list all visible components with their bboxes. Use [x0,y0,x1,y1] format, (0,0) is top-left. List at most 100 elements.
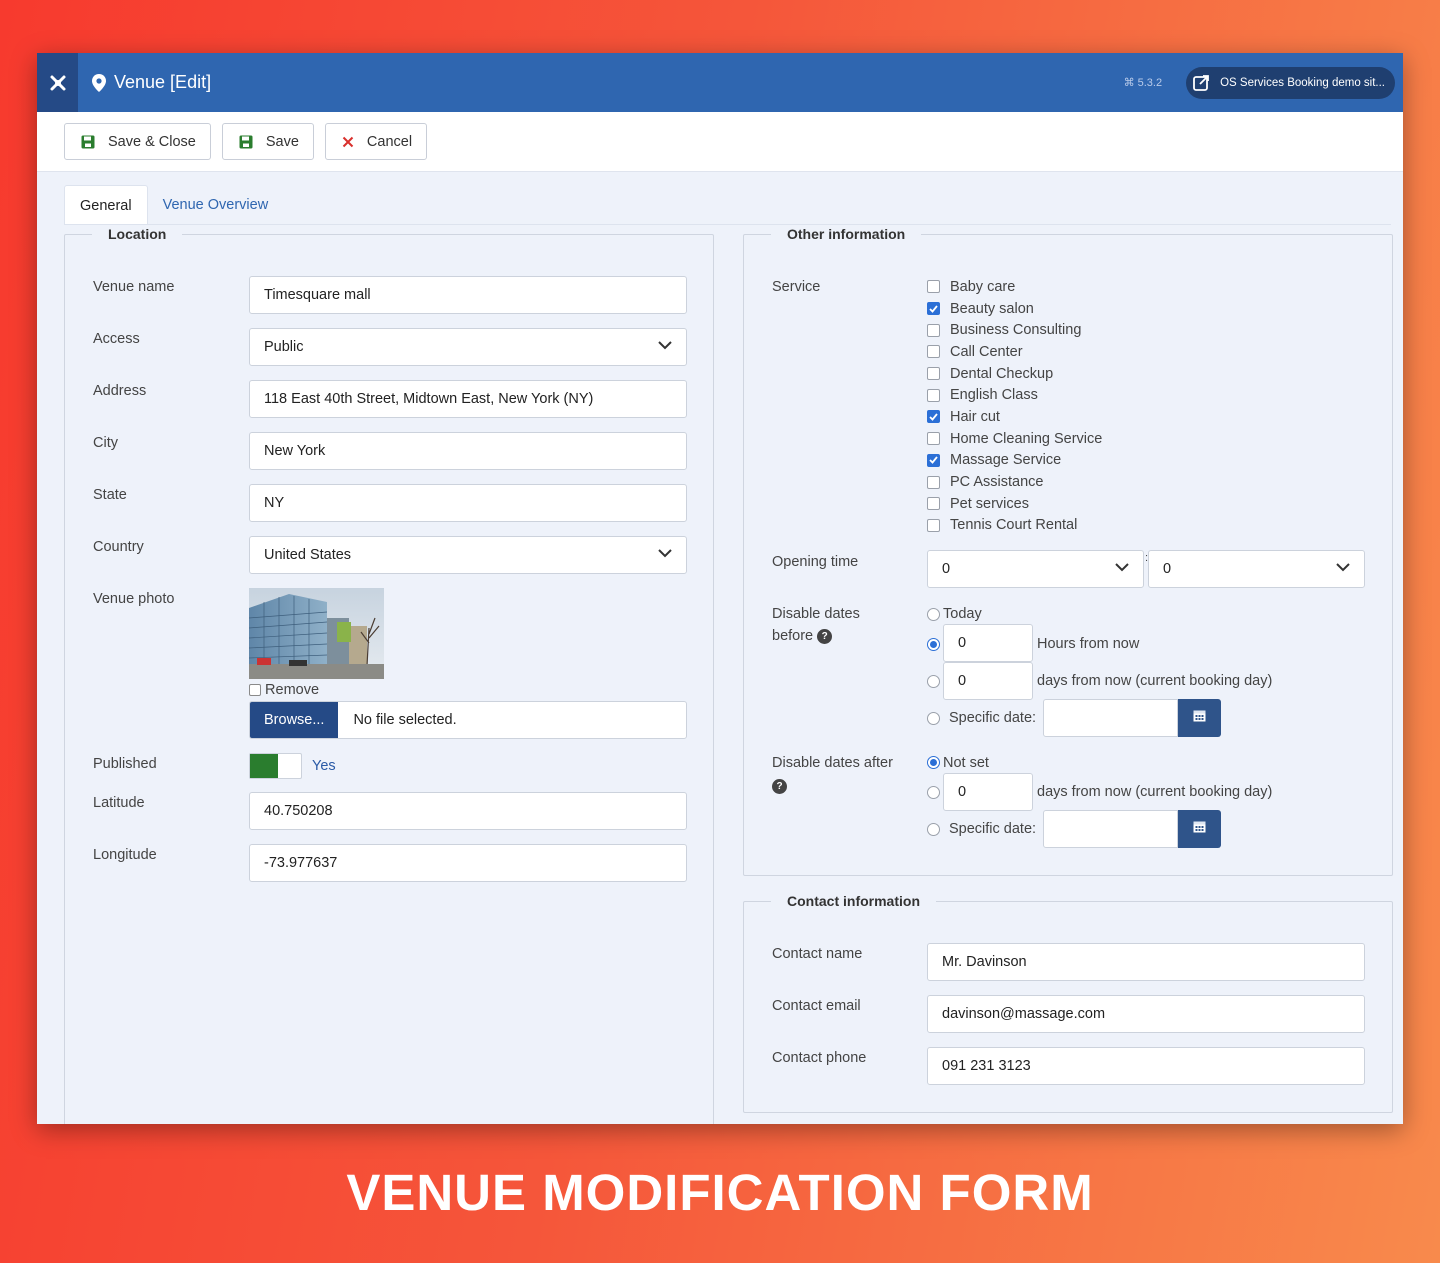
service-checkbox[interactable] [927,302,940,316]
service-checkbox[interactable] [927,518,940,532]
admin-window: Venue [Edit] ⌘ 5.3.2 OS Services Booking… [37,53,1403,1124]
map-pin-icon [92,73,106,92]
published-label: Published [93,756,157,772]
opening-minute-value: 0 [1163,561,1172,577]
service-checkbox[interactable] [927,323,940,337]
remove-checkbox-box[interactable] [249,684,261,697]
location-panel: Location Venue name Timesquare mall Acce… [64,226,714,1124]
service-label-text: Home Cleaning Service [950,430,1103,447]
remove-photo-checkbox[interactable]: Remove [249,682,319,698]
calendar-button[interactable] [1178,699,1221,737]
service-checkbox[interactable] [927,280,940,294]
save-button[interactable]: Save [221,123,314,160]
service-item[interactable]: Pet services [927,493,1102,515]
radio-after-days-from-now[interactable] [927,786,940,799]
access-label: Access [93,331,140,347]
service-label-text: Hair cut [950,408,1000,425]
opening-hour-select[interactable]: 0 [927,550,1144,588]
file-status-text: No file selected. [353,712,457,728]
radio-after-specific-date[interactable] [927,823,940,836]
joomla-logo-icon[interactable] [37,53,78,112]
browse-button[interactable]: Browse... [250,702,339,738]
chevron-down-icon [1115,563,1129,572]
service-item[interactable]: Home Cleaning Service [927,428,1102,450]
disable-before-label: Disable dates [772,606,860,622]
specific-date-input[interactable] [1043,699,1178,737]
access-select[interactable]: Public [249,328,687,366]
venue-name-input[interactable]: Timesquare mall [249,276,687,314]
radio-specific-date[interactable] [927,712,940,725]
hours-input[interactable]: 0 [943,624,1033,662]
disable-before-label-line1: Disable dates [772,606,860,622]
other-information-legend: Other information [771,226,922,242]
address-input[interactable]: 118 East 40th Street, Midtown East, New … [249,380,687,418]
floppy-disk-icon [239,135,253,149]
service-item[interactable]: English Class [927,384,1102,406]
service-checkbox[interactable] [927,410,940,424]
tab-venue-overview[interactable]: Venue Overview [148,185,284,225]
service-checkbox[interactable] [927,497,940,511]
published-toggle[interactable] [249,753,302,779]
service-checkbox[interactable] [927,475,940,489]
service-item[interactable]: Tennis Court Rental [927,515,1102,537]
file-input[interactable]: Browse... No file selected. [249,701,687,739]
page-title-text: Venue [Edit] [114,72,212,92]
latitude-input[interactable]: 40.750208 [249,792,687,830]
service-checkbox[interactable] [927,432,940,446]
after-calendar-button[interactable] [1178,810,1221,848]
days-label: days from now (current booking day) [1037,673,1273,689]
service-checkbox[interactable] [927,388,940,402]
help-icon[interactable]: ? [772,778,787,794]
page-title: Venue [Edit] [92,72,211,93]
save-label: Save [265,133,299,150]
service-label-text: Beauty salon [950,300,1034,317]
contact-name-input[interactable]: Mr. Davinson [927,943,1365,981]
contact-email-input[interactable]: davinson@massage.com [927,995,1365,1033]
after-specific-date-input[interactable] [1043,810,1178,848]
venue-photo-label: Venue photo [93,591,175,607]
cancel-button[interactable]: Cancel [324,123,428,160]
city-input[interactable]: New York [249,432,687,470]
country-label: Country [93,539,144,555]
cancel-label: Cancel [366,133,413,150]
radio-hours-from-now[interactable] [927,638,940,651]
published-value: Yes [312,758,336,774]
version-label: ⌘ 5.3.2 [1123,77,1163,89]
radio-today[interactable] [927,608,940,621]
state-input[interactable]: NY [249,484,687,522]
hours-label: Hours from now [1037,636,1140,652]
contact-phone-input[interactable]: 091 231 3123 [927,1047,1365,1085]
toggle-knob [250,754,278,778]
service-item[interactable]: Business Consulting [927,319,1102,341]
opening-minute-select[interactable]: 0 [1148,550,1365,588]
days-input[interactable]: 0 [943,662,1033,700]
save-close-button[interactable]: Save & Close [64,123,211,160]
tab-bar: General Venue Overview [64,185,283,225]
country-value: United States [264,547,352,563]
service-item[interactable]: Call Center [927,341,1102,363]
country-select[interactable]: United States [249,536,687,574]
chevron-down-icon [658,549,672,558]
service-item[interactable]: Dental Checkup [927,363,1102,385]
service-item[interactable]: Baby care [927,276,1102,298]
service-checkbox[interactable] [927,453,940,467]
disable-after-label: Disable dates after [772,755,893,771]
service-label-text: PC Assistance [950,474,1044,491]
radio-days-from-now[interactable] [927,675,940,688]
service-checkbox[interactable] [927,367,940,381]
service-checkbox[interactable] [927,345,940,359]
other-information-panel: Other information Service Baby care Beaut… [743,226,1393,876]
venue-photo-image [249,588,384,679]
radio-not-set[interactable] [927,756,940,769]
service-item[interactable]: Hair cut [927,406,1102,428]
help-icon[interactable]: ? [817,628,833,644]
after-days-input[interactable]: 0 [943,773,1033,811]
service-item[interactable]: Massage Service [927,450,1102,472]
caption-title: VENUE MODIFICATION FORM [346,1164,1094,1221]
service-label-text: Baby care [950,278,1016,295]
service-item[interactable]: Beauty salon [927,298,1102,320]
site-link-button[interactable]: OS Services Booking demo sit... [1186,66,1395,99]
tab-general[interactable]: General [64,185,148,225]
longitude-input[interactable]: -73.977637 [249,844,687,882]
service-item[interactable]: PC Assistance [927,471,1102,493]
